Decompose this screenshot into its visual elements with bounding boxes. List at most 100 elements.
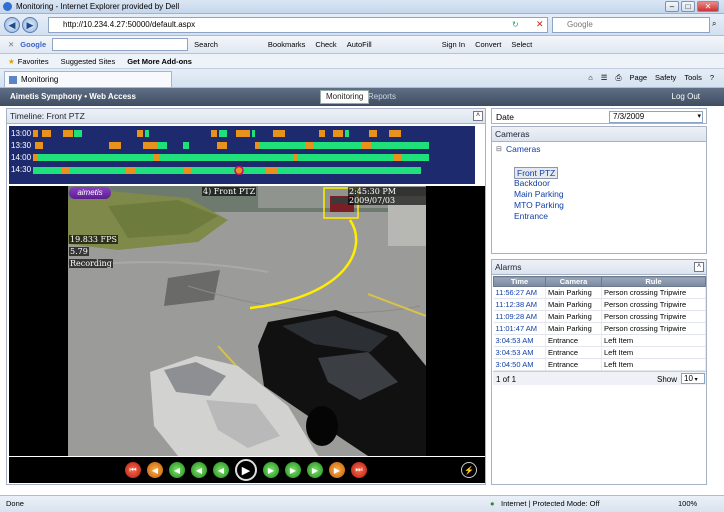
suggested-sites-link[interactable]: Suggested Sites bbox=[61, 57, 116, 66]
print-icon[interactable]: ⎙ bbox=[616, 73, 622, 83]
step-back-button[interactable]: ◀ bbox=[191, 462, 207, 478]
tree-collapse-icon[interactable]: ⊟ bbox=[496, 145, 502, 153]
refresh-icon[interactable]: ↻ bbox=[512, 20, 519, 29]
camera-item-entrance[interactable]: Entrance bbox=[514, 211, 548, 221]
close-icon[interactable]: ✕ bbox=[8, 40, 14, 49]
sign-in-button[interactable]: Sign In bbox=[442, 40, 465, 49]
table-row[interactable]: 11:56:27 AM Main Parking Person crossing T… bbox=[493, 286, 706, 299]
step-back-fast-button[interactable]: ◀ bbox=[169, 462, 185, 478]
table-row[interactable]: 3:04:53 AM Entrance Left Item bbox=[493, 346, 706, 359]
table-row[interactable]: 3:04:50 AM Entrance Left Item bbox=[493, 358, 706, 371]
tools-menu[interactable]: Tools bbox=[684, 73, 702, 83]
timeline-row-bars[interactable] bbox=[33, 166, 433, 175]
rewind-button[interactable]: ◀ bbox=[213, 462, 229, 478]
column-header-rule[interactable]: Rule bbox=[601, 276, 706, 287]
alarm-time[interactable]: 11:01:47 AM bbox=[493, 322, 546, 335]
get-addons-link[interactable]: Get More Add-ons bbox=[127, 57, 192, 66]
timeline-row-bars[interactable] bbox=[33, 142, 433, 149]
camera-scene bbox=[68, 186, 426, 456]
cameras-root[interactable]: Cameras bbox=[506, 144, 540, 154]
camera-frame[interactable]: aimetis 4) Front PTZ 2:45:30 PM 2009/07/… bbox=[68, 186, 426, 456]
browser-tab-monitoring[interactable]: Monitoring bbox=[4, 71, 172, 87]
check-button[interactable]: Check bbox=[315, 40, 336, 49]
alarm-time[interactable]: 3:04:53 AM bbox=[493, 334, 546, 347]
alarm-camera: Entrance bbox=[545, 346, 602, 359]
tab-reports[interactable]: Reports bbox=[368, 92, 396, 101]
url-input[interactable]: http://10.234.4.27:50000/default.aspx bbox=[48, 17, 548, 33]
logout-link[interactable]: Log Out bbox=[672, 92, 700, 101]
fast-forward-button[interactable]: ▶ bbox=[263, 462, 279, 478]
column-header-time[interactable]: Time bbox=[493, 276, 546, 287]
timeline-row[interactable]: 14:30 bbox=[9, 164, 475, 175]
table-row[interactable]: 3:04:53 AM Entrance Left Item bbox=[493, 334, 706, 347]
dropdown-icon[interactable]: ▾ bbox=[697, 112, 701, 122]
forward-button[interactable]: ▶ bbox=[22, 17, 38, 33]
step-forward-fast-button[interactable]: ▶ bbox=[307, 462, 323, 478]
alarm-rule: Left Item bbox=[601, 358, 706, 371]
playhead-marker[interactable] bbox=[234, 166, 244, 175]
security-zone[interactable]: Internet | Protected Mode: Off bbox=[501, 499, 600, 508]
back-button[interactable]: ◀ bbox=[4, 17, 20, 33]
tab-monitoring[interactable]: Monitoring bbox=[320, 90, 370, 104]
convert-button[interactable]: Convert bbox=[475, 40, 501, 49]
step-forward-button[interactable]: ▶ bbox=[285, 462, 301, 478]
select-button[interactable]: Select bbox=[511, 40, 532, 49]
play-button[interactable]: ▶ bbox=[235, 459, 257, 481]
video-player[interactable]: aimetis 4) Front PTZ 2:45:30 PM 2009/07/… bbox=[9, 186, 485, 456]
alarm-time[interactable]: 11:12:38 AM bbox=[493, 298, 546, 311]
safety-menu[interactable]: Safety bbox=[655, 73, 676, 83]
google-search-input[interactable] bbox=[52, 38, 189, 51]
feeds-icon[interactable]: ☰ bbox=[601, 73, 608, 83]
alarms-pager: 1 of 1 Show 10 ▾ bbox=[493, 371, 706, 385]
bookmarks-button[interactable]: Bookmarks bbox=[268, 40, 306, 49]
go-end-button[interactable]: ⏭ bbox=[351, 462, 367, 478]
table-row[interactable]: 11:12:38 AM Main Parking Person crossing T… bbox=[493, 298, 706, 311]
timeline-row-bars[interactable] bbox=[33, 154, 433, 161]
alarm-time[interactable]: 11:56:27 AM bbox=[493, 286, 546, 299]
help-icon[interactable]: ? bbox=[710, 73, 714, 83]
date-panel: Date 7/3/2009 ▾ bbox=[491, 108, 707, 124]
previous-event-button[interactable]: ◀ bbox=[147, 462, 163, 478]
column-header-camera[interactable]: Camera bbox=[545, 276, 602, 287]
zoom-level[interactable]: 100% bbox=[678, 499, 697, 508]
stop-icon[interactable]: ✕ bbox=[536, 19, 544, 30]
camera-item-mto-parking[interactable]: MTO Parking bbox=[514, 200, 564, 210]
maximize-button[interactable]: □ bbox=[681, 1, 695, 12]
date-picker[interactable]: 7/3/2009 ▾ bbox=[609, 111, 703, 123]
browser-tab-bar: Monitoring ⌂ ☰ ⎙ Page Safety Tools ? bbox=[0, 69, 724, 88]
page-size-select[interactable]: 10 ▾ bbox=[681, 373, 705, 384]
camera-item-backdoor[interactable]: Backdoor bbox=[514, 178, 550, 188]
table-row[interactable]: 11:09:28 AM Main Parking Person crossing T… bbox=[493, 310, 706, 323]
collapse-timeline-button[interactable]: ˄ bbox=[473, 111, 483, 121]
close-button[interactable]: ✕ bbox=[697, 1, 719, 12]
recording-status: Recording bbox=[69, 259, 113, 268]
window-title: Monitoring - Internet Explorer provided … bbox=[16, 2, 180, 11]
minimize-button[interactable]: – bbox=[665, 1, 679, 12]
timeline-row[interactable]: 13:00 bbox=[9, 128, 475, 139]
go-start-button[interactable]: ⏮ bbox=[125, 462, 141, 478]
alarm-time[interactable]: 3:04:53 AM bbox=[493, 346, 546, 359]
autofill-button[interactable]: AutoFill bbox=[347, 40, 372, 49]
alarm-rule: Person crossing Tripwire bbox=[601, 322, 706, 335]
pager-text: 1 of 1 bbox=[496, 375, 517, 384]
alarm-time[interactable]: 11:09:28 AM bbox=[493, 310, 546, 323]
live-icon[interactable]: ⚡ bbox=[461, 462, 477, 478]
google-search-button[interactable]: Search bbox=[194, 40, 218, 49]
search-input[interactable]: Google bbox=[552, 17, 710, 33]
collapse-alarms-button[interactable]: ˄ bbox=[694, 262, 704, 272]
favorites-button[interactable]: Favorites bbox=[18, 57, 49, 66]
search-go-icon[interactable]: ⌕ bbox=[712, 19, 716, 29]
timeline-row-bars[interactable] bbox=[33, 130, 433, 137]
next-event-button[interactable]: ▶ bbox=[329, 462, 345, 478]
timeline-chart[interactable]: 13:00 13:30 14:00 14:30 bbox=[9, 126, 475, 184]
app-header: Aimetis Symphony • Web Access Monitoring… bbox=[0, 88, 724, 106]
timeline-row[interactable]: 13:30 bbox=[9, 140, 475, 151]
camera-item-main-parking[interactable]: Main Parking bbox=[514, 189, 564, 199]
table-row[interactable]: 11:01:47 AM Main Parking Person crossing T… bbox=[493, 322, 706, 335]
timeline-row[interactable]: 14:00 bbox=[9, 152, 475, 163]
page-menu[interactable]: Page bbox=[630, 73, 648, 83]
alarm-time[interactable]: 3:04:50 AM bbox=[493, 358, 546, 371]
alarm-camera: Main Parking bbox=[545, 286, 602, 299]
timeline-row-label: 14:30 bbox=[11, 165, 32, 174]
home-icon[interactable]: ⌂ bbox=[588, 73, 593, 83]
